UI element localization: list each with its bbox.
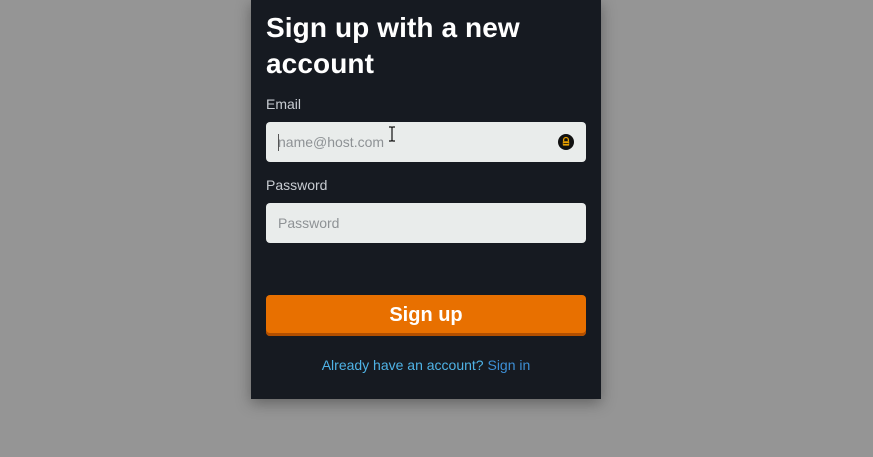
text-cursor-icon — [389, 126, 395, 142]
lock-icon[interactable] — [558, 134, 574, 150]
sign-up-button[interactable]: Sign up — [266, 295, 586, 336]
signin-question: Already have an account? — [321, 357, 484, 373]
password-field-wrapper — [266, 203, 586, 243]
page-title: Sign up with a new account — [266, 12, 520, 79]
email-label: Email — [266, 96, 302, 112]
text-caret — [278, 134, 279, 151]
password-field[interactable] — [266, 203, 586, 243]
signin-prompt: Already have an account? Sign in — [266, 356, 586, 374]
signup-panel: Sign up with a new account Email Passwor… — [251, 0, 601, 399]
sign-in-link[interactable]: Sign in — [487, 357, 530, 373]
email-field-wrapper — [266, 122, 586, 162]
password-label: Password — [266, 177, 328, 193]
email-field[interactable] — [266, 122, 586, 162]
